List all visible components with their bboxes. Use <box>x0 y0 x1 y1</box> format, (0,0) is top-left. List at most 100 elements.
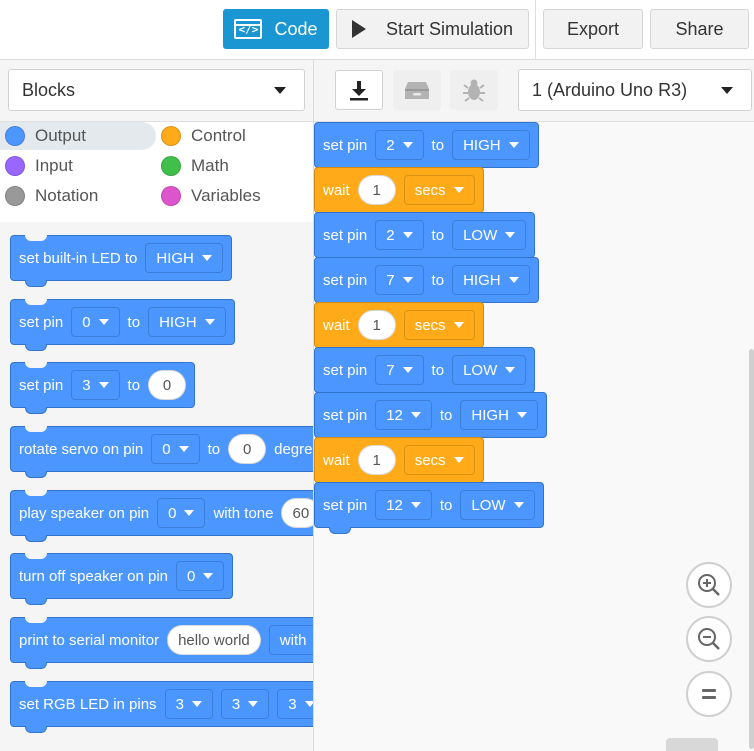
duration-input[interactable]: 1 <box>357 310 396 340</box>
unit-dropdown[interactable]: secs <box>403 310 475 340</box>
block-print-serial[interactable]: print to serial monitor hello world with <box>10 617 313 669</box>
block-set-rgb-led[interactable]: set RGB LED in pins 3 3 3 <box>10 681 313 733</box>
dropdown-value: with <box>279 631 307 649</box>
category-output[interactable]: Output <box>0 122 156 150</box>
chevron-down-icon <box>516 412 527 418</box>
block-label: set pin <box>323 496 368 514</box>
library-button[interactable] <box>393 70 441 110</box>
dropdown-value: HIGH <box>156 249 194 267</box>
category-control[interactable]: Control <box>161 122 246 150</box>
bug-icon <box>463 79 485 102</box>
newline-dropdown[interactable]: with <box>268 625 313 655</box>
dropdown-value: LOW <box>463 226 498 244</box>
category-variables[interactable]: Variables <box>161 182 261 210</box>
code-mode-value: Blocks <box>22 79 76 100</box>
state-dropdown[interactable]: HIGH <box>148 307 226 337</box>
script-block-set-pin[interactable]: set pin 2 to LOW <box>314 212 536 264</box>
block-set-pin-analog[interactable]: set pin 3 to 0 <box>10 362 196 414</box>
pin-dropdown[interactable]: 7 <box>375 355 424 385</box>
code-workspace[interactable]: set pin 2 to HIGH wait 1 secs set pin 2 … <box>314 122 754 751</box>
block-turn-off-speaker[interactable]: turn off speaker on pin 0 <box>10 553 234 605</box>
red-pin-dropdown[interactable]: 3 <box>164 689 213 719</box>
dropdown-value: secs <box>414 181 446 199</box>
chevron-down-icon <box>402 367 413 373</box>
block-set-pin[interactable]: set pin 0 to HIGH <box>10 299 235 351</box>
zoom-reset-icon <box>702 689 716 699</box>
duration-input[interactable]: 1 <box>357 445 396 475</box>
script-block-set-pin[interactable]: set pin 12 to HIGH <box>314 392 547 444</box>
unit-dropdown[interactable]: secs <box>403 175 475 205</box>
pin-dropdown[interactable]: 0 <box>157 498 206 528</box>
angle-input[interactable]: 0 <box>228 434 267 464</box>
block-rotate-servo[interactable]: rotate servo on pin 0 to 0 degrees <box>10 426 313 478</box>
script-block-set-pin[interactable]: set pin 7 to HIGH <box>314 257 539 309</box>
share-button[interactable]: Share <box>650 9 749 49</box>
state-dropdown[interactable]: HIGH <box>452 265 530 295</box>
panel-divider <box>313 60 314 122</box>
value-input[interactable]: 0 <box>148 370 187 400</box>
chevron-down-icon <box>721 87 733 94</box>
debugger-button[interactable] <box>450 70 498 110</box>
pin-dropdown[interactable]: 0 <box>71 307 120 337</box>
chevron-down-icon <box>178 446 189 452</box>
state-dropdown[interactable]: LOW <box>452 220 527 250</box>
category-label: Output <box>35 126 87 145</box>
block-label: turn off speaker on pin <box>19 567 168 585</box>
block-set-builtin-led[interactable]: set built-in LED to HIGH <box>10 235 232 287</box>
unit-dropdown[interactable]: secs <box>403 445 475 475</box>
pin-dropdown[interactable]: 12 <box>375 400 432 430</box>
export-button[interactable]: Export <box>543 9 643 49</box>
green-pin-dropdown[interactable]: 3 <box>220 689 270 719</box>
block-play-speaker[interactable]: play speaker on pin 0 with tone 60 <box>10 490 313 542</box>
chevron-down-icon <box>248 701 259 707</box>
export-label: Export <box>566 18 620 39</box>
zoom-in-button[interactable] <box>686 562 732 608</box>
category-math[interactable]: Math <box>161 152 229 180</box>
state-dropdown[interactable]: HIGH <box>460 400 538 430</box>
led-state-dropdown[interactable]: HIGH <box>145 243 223 273</box>
code-icon: </> <box>234 19 263 39</box>
chevron-down-icon <box>505 367 516 373</box>
blue-pin-dropdown[interactable]: 3 <box>277 689 313 719</box>
block-label: set pin <box>323 226 368 244</box>
download-code-button[interactable] <box>335 70 383 110</box>
duration-input[interactable]: 1 <box>357 175 396 205</box>
script-block-wait[interactable]: wait 1 secs <box>314 167 484 219</box>
script-block-set-pin[interactable]: set pin 12 to LOW <box>314 482 544 534</box>
dropdown-value: HIGH <box>463 136 501 154</box>
category-input[interactable]: Input <box>5 152 73 180</box>
dropdown-value: 12 <box>386 496 403 514</box>
script-block-wait[interactable]: wait 1 secs <box>314 437 484 489</box>
code-mode-select[interactable]: Blocks <box>8 69 305 111</box>
script-block-wait[interactable]: wait 1 secs <box>314 302 484 354</box>
script-block-set-pin[interactable]: set pin 2 to HIGH <box>314 122 539 174</box>
workspace-scrollbar[interactable] <box>749 349 754 749</box>
start-simulation-button[interactable]: Start Simulation <box>336 9 529 49</box>
dropdown-value: 2 <box>386 136 395 154</box>
pin-dropdown[interactable]: 2 <box>375 220 424 250</box>
zoom-out-button[interactable] <box>686 616 732 662</box>
block-label: set pin <box>19 313 64 331</box>
board-select[interactable]: 1 (Arduino Uno R3) <box>518 69 752 111</box>
pin-dropdown[interactable]: 12 <box>375 490 432 520</box>
state-dropdown[interactable]: LOW <box>460 490 535 520</box>
code-button[interactable]: </> Code <box>223 9 329 49</box>
pin-dropdown[interactable]: 0 <box>176 561 225 591</box>
chevron-down-icon <box>402 277 413 283</box>
state-dropdown[interactable]: HIGH <box>452 130 530 160</box>
chevron-down-icon <box>410 412 421 418</box>
pin-dropdown[interactable]: 3 <box>71 370 120 400</box>
dropdown-value: secs <box>414 451 446 469</box>
pin-dropdown[interactable]: 2 <box>375 130 424 160</box>
category-notation[interactable]: Notation <box>5 182 98 210</box>
chevron-down-icon <box>505 232 516 238</box>
pin-dropdown[interactable]: 7 <box>375 265 424 295</box>
zoom-reset-button[interactable] <box>686 671 732 717</box>
state-dropdown[interactable]: LOW <box>452 355 527 385</box>
trash-can[interactable] <box>666 738 718 751</box>
script-block-set-pin[interactable]: set pin 7 to LOW <box>314 347 536 399</box>
pin-dropdown[interactable]: 0 <box>151 434 200 464</box>
tone-input[interactable]: 60 <box>281 498 313 528</box>
message-input[interactable]: hello world <box>167 625 261 655</box>
chevron-down-icon <box>453 457 464 463</box>
